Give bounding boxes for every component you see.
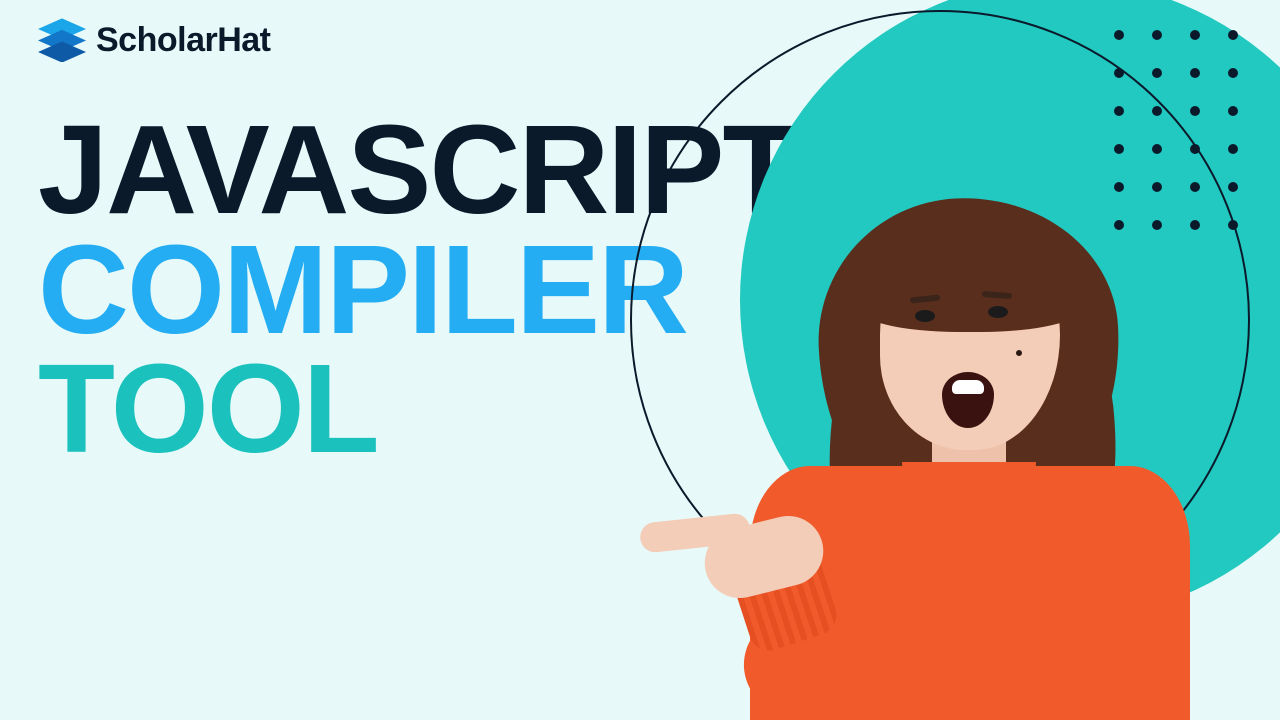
headline-line-3: Tool (38, 349, 797, 469)
headline-line-1: Javascript (38, 110, 797, 230)
headline-line-2: Compiler (38, 230, 797, 350)
headline: Javascript Compiler Tool (38, 110, 797, 469)
dot-grid-pattern (1114, 30, 1240, 232)
brand-mark-icon (38, 18, 86, 62)
teal-disc-shape (740, 0, 1280, 620)
brand-logo: ScholarHat (38, 18, 271, 62)
brand-name: ScholarHat (96, 21, 271, 60)
